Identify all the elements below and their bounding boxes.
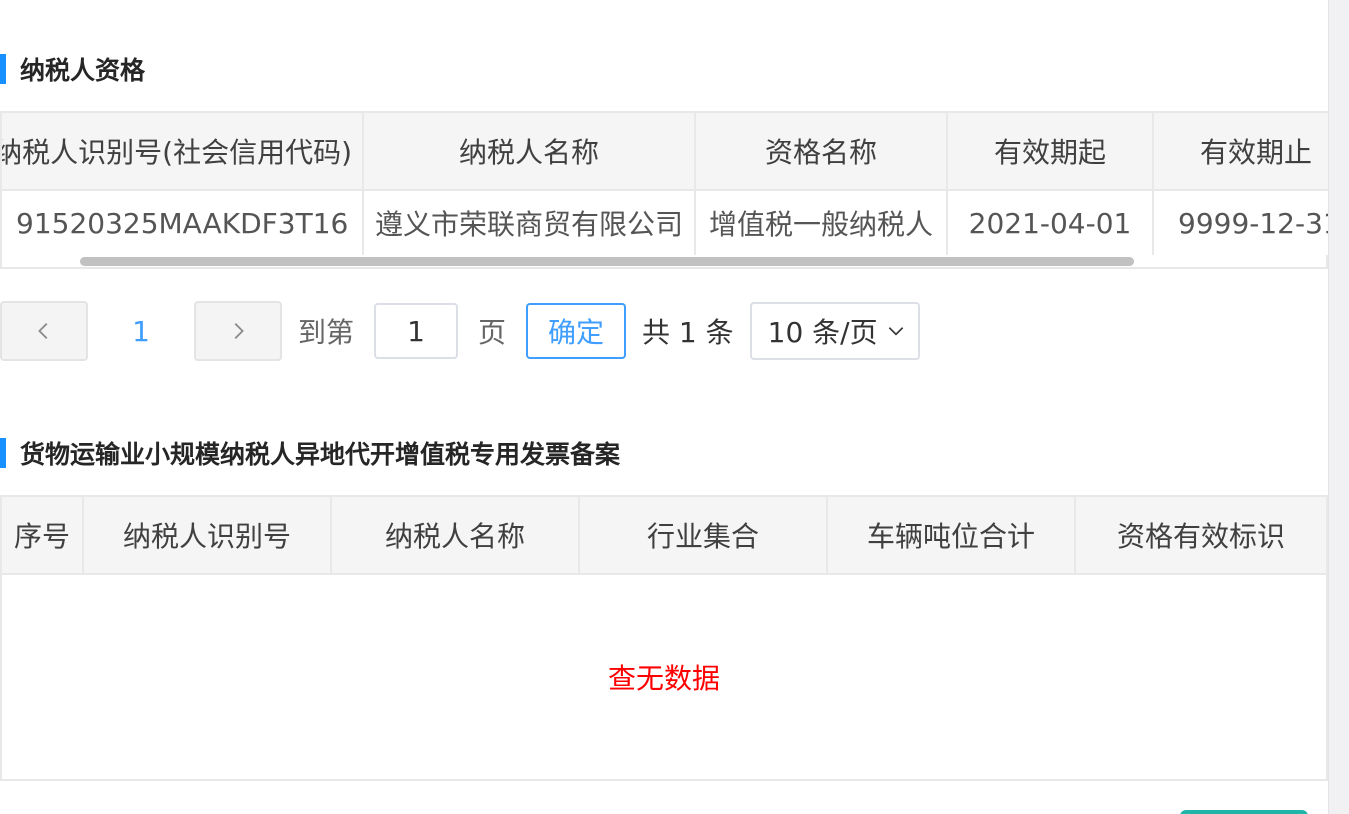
- cell-taxpayer-name: 遵义市荣联商贸有限公司: [364, 191, 696, 257]
- column-header[interactable]: 行业集合: [580, 497, 828, 575]
- column-header[interactable]: 序号: [2, 497, 84, 575]
- section-title-freight-filing: 货物运输业小规模纳税人异地代开增值税专用发票备案: [0, 438, 621, 469]
- partial-action-button[interactable]: [1180, 810, 1308, 814]
- goto-page-input[interactable]: 1: [374, 303, 459, 359]
- page: 纳税人资格 纳税人识别号(社会信用代码) 纳税人名称 资格名称 有效期起 有效期…: [0, 0, 1349, 814]
- table-header-row: 纳税人识别号(社会信用代码) 纳税人名称 资格名称 有效期起 有效期止: [2, 113, 1328, 191]
- column-header[interactable]: 资格名称: [696, 113, 948, 191]
- column-header[interactable]: 车辆吨位合计: [828, 497, 1076, 575]
- column-header[interactable]: 资格有效标识: [1076, 497, 1328, 575]
- page-vertical-scrollbar[interactable]: [1328, 0, 1349, 814]
- table-horizontal-scrollbar[interactable]: [0, 255, 1328, 269]
- cell-taxpayer-id: 91520325MAAKDF3T16: [2, 191, 364, 257]
- column-header[interactable]: 纳税人名称: [332, 497, 580, 575]
- freight-filing-table: 序号 纳税人识别号 纳税人名称 行业集合 车辆吨位合计 资格有效标识 查无数据: [0, 495, 1328, 781]
- page-number-current[interactable]: 1: [88, 315, 194, 348]
- chevron-down-icon: [888, 327, 903, 336]
- cell-qualification-name: 增值税一般纳税人: [696, 191, 948, 257]
- column-header[interactable]: 有效期起: [948, 113, 1154, 191]
- cell-valid-to: 9999-12-31: [1154, 191, 1328, 257]
- qualification-table: 纳税人识别号(社会信用代码) 纳税人名称 资格名称 有效期起 有效期止 9152…: [0, 111, 1328, 257]
- chevron-right-icon: [234, 323, 244, 339]
- section-title-taxpayer-qualification: 纳税人资格: [0, 54, 146, 85]
- section-title-text: 货物运输业小规模纳税人异地代开增值税专用发票备案: [20, 440, 621, 469]
- table-header-row: 序号 纳税人识别号 纳税人名称 行业集合 车辆吨位合计 资格有效标识: [2, 497, 1328, 575]
- scrollbar-thumb[interactable]: [80, 257, 1134, 266]
- goto-suffix-label: 页: [478, 316, 507, 349]
- empty-state-text: 查无数据: [607, 662, 720, 695]
- section-accent-bar: [0, 438, 6, 468]
- prev-page-button[interactable]: [0, 301, 88, 361]
- page-size-select[interactable]: 10 条/页: [749, 302, 920, 360]
- section-title-text: 纳税人资格: [20, 56, 146, 85]
- total-count: 共 1 条: [642, 316, 734, 349]
- goto-prefix-label: 到第: [298, 316, 355, 349]
- confirm-button[interactable]: 确定: [526, 303, 627, 359]
- page-size-value: 10 条/页: [767, 316, 878, 349]
- table-row[interactable]: 91520325MAAKDF3T16 遵义市荣联商贸有限公司 增值税一般纳税人 …: [2, 191, 1328, 257]
- column-header[interactable]: 纳税人识别号: [84, 497, 332, 575]
- column-header[interactable]: 有效期止: [1154, 113, 1328, 191]
- pagination: 1 到第 1 页 确定 共 1 条 10 条/页: [0, 301, 920, 361]
- empty-state: 查无数据: [2, 575, 1328, 781]
- section-accent-bar: [0, 54, 6, 84]
- cell-valid-from: 2021-04-01: [948, 191, 1154, 257]
- chevron-left-icon: [38, 323, 48, 339]
- next-page-button[interactable]: [194, 301, 282, 361]
- column-header[interactable]: 纳税人识别号(社会信用代码): [2, 113, 364, 191]
- column-header[interactable]: 纳税人名称: [364, 113, 696, 191]
